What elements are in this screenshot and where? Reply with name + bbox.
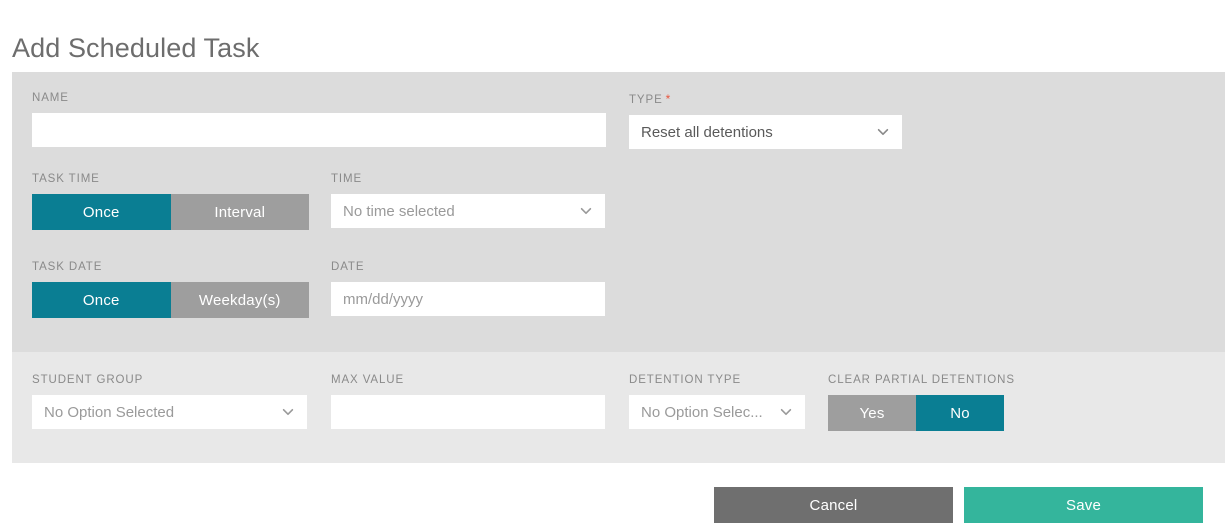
type-select[interactable]: Reset all detentions <box>629 115 902 149</box>
field-max-value: MAX VALUE <box>331 374 605 429</box>
required-marker-icon: * <box>666 92 671 106</box>
task-date-toggle: Once Weekday(s) <box>32 282 309 318</box>
clear-partial-detentions-label: CLEAR PARTIAL DETENTIONS <box>828 374 1015 386</box>
type-label-text: TYPE <box>629 94 663 106</box>
time-label: TIME <box>331 173 605 185</box>
student-group-label: STUDENT GROUP <box>32 374 307 386</box>
field-detention-type: DETENTION TYPE No Option Selec... <box>629 374 805 429</box>
clear-partial-option-no[interactable]: No <box>916 395 1004 431</box>
task-time-label: TASK TIME <box>32 173 309 185</box>
field-task-date: TASK DATE Once Weekday(s) <box>32 261 309 318</box>
student-group-select-value: No Option Selected <box>44 404 281 421</box>
detention-type-label: DETENTION TYPE <box>629 374 805 386</box>
name-input[interactable] <box>32 113 606 147</box>
time-select-value: No time selected <box>343 203 579 220</box>
date-input[interactable] <box>331 282 605 316</box>
time-select[interactable]: No time selected <box>331 194 605 228</box>
name-label: NAME <box>32 92 606 104</box>
task-date-option-weekdays[interactable]: Weekday(s) <box>171 282 310 318</box>
task-time-option-once[interactable]: Once <box>32 194 171 230</box>
clear-partial-option-yes[interactable]: Yes <box>828 395 916 431</box>
field-task-time: TASK TIME Once Interval <box>32 173 309 230</box>
task-date-label: TASK DATE <box>32 261 309 273</box>
max-value-input[interactable] <box>331 395 605 429</box>
task-date-option-once[interactable]: Once <box>32 282 171 318</box>
field-time: TIME No time selected <box>331 173 605 228</box>
date-label: DATE <box>331 261 605 273</box>
detention-type-select-value: No Option Selec... <box>641 404 779 421</box>
cancel-button[interactable]: Cancel <box>714 487 953 523</box>
field-name: NAME <box>32 92 606 147</box>
max-value-label: MAX VALUE <box>331 374 605 386</box>
chevron-down-icon <box>281 405 295 419</box>
detention-type-select[interactable]: No Option Selec... <box>629 395 805 429</box>
page-title: Add Scheduled Task <box>12 30 259 66</box>
field-student-group: STUDENT GROUP No Option Selected <box>32 374 307 429</box>
save-button[interactable]: Save <box>964 487 1203 523</box>
field-clear-partial-detentions: CLEAR PARTIAL DETENTIONS Yes No <box>828 374 1015 431</box>
chevron-down-icon <box>876 125 890 139</box>
form-section-schedule: NAME TYPE* Reset all detentions TASK TIM… <box>12 72 1225 352</box>
student-group-select[interactable]: No Option Selected <box>32 395 307 429</box>
task-time-option-interval[interactable]: Interval <box>171 194 310 230</box>
type-select-value: Reset all detentions <box>641 124 876 141</box>
form-actions: Cancel Save <box>12 487 1225 523</box>
chevron-down-icon <box>579 204 593 218</box>
task-time-toggle: Once Interval <box>32 194 309 230</box>
form-section-options: STUDENT GROUP No Option Selected MAX VAL… <box>12 352 1225 463</box>
clear-partial-detentions-toggle: Yes No <box>828 395 1004 431</box>
field-date: DATE <box>331 261 605 316</box>
field-type: TYPE* Reset all detentions <box>629 92 902 149</box>
chevron-down-icon <box>779 405 793 419</box>
type-label: TYPE* <box>629 92 902 106</box>
scheduled-task-form: NAME TYPE* Reset all detentions TASK TIM… <box>12 72 1225 463</box>
